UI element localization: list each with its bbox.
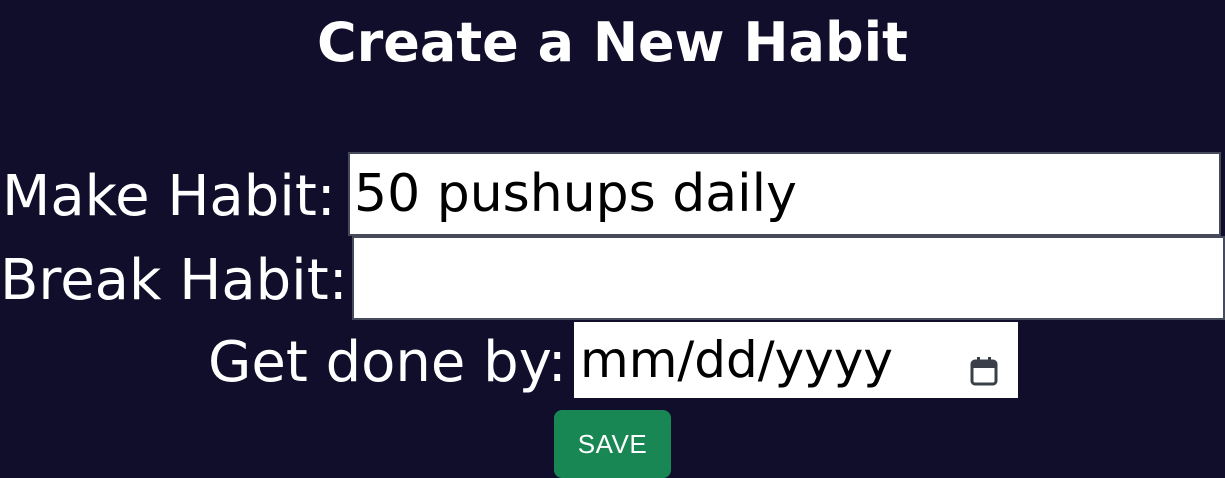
done-by-date-input[interactable]: mm/dd/yyyy bbox=[574, 322, 1018, 398]
save-button[interactable]: SAVE bbox=[554, 410, 671, 478]
page-title: Create a New Habit bbox=[317, 11, 908, 74]
break-habit-input[interactable] bbox=[352, 236, 1225, 320]
calendar-icon[interactable] bbox=[970, 356, 998, 386]
done-by-label: Get done by: bbox=[208, 330, 567, 395]
date-placeholder: mm/dd/yyyy bbox=[580, 331, 893, 389]
make-habit-input[interactable] bbox=[348, 152, 1221, 236]
make-habit-label: Make Habit: bbox=[2, 164, 336, 229]
break-habit-label: Break Habit: bbox=[0, 248, 348, 313]
